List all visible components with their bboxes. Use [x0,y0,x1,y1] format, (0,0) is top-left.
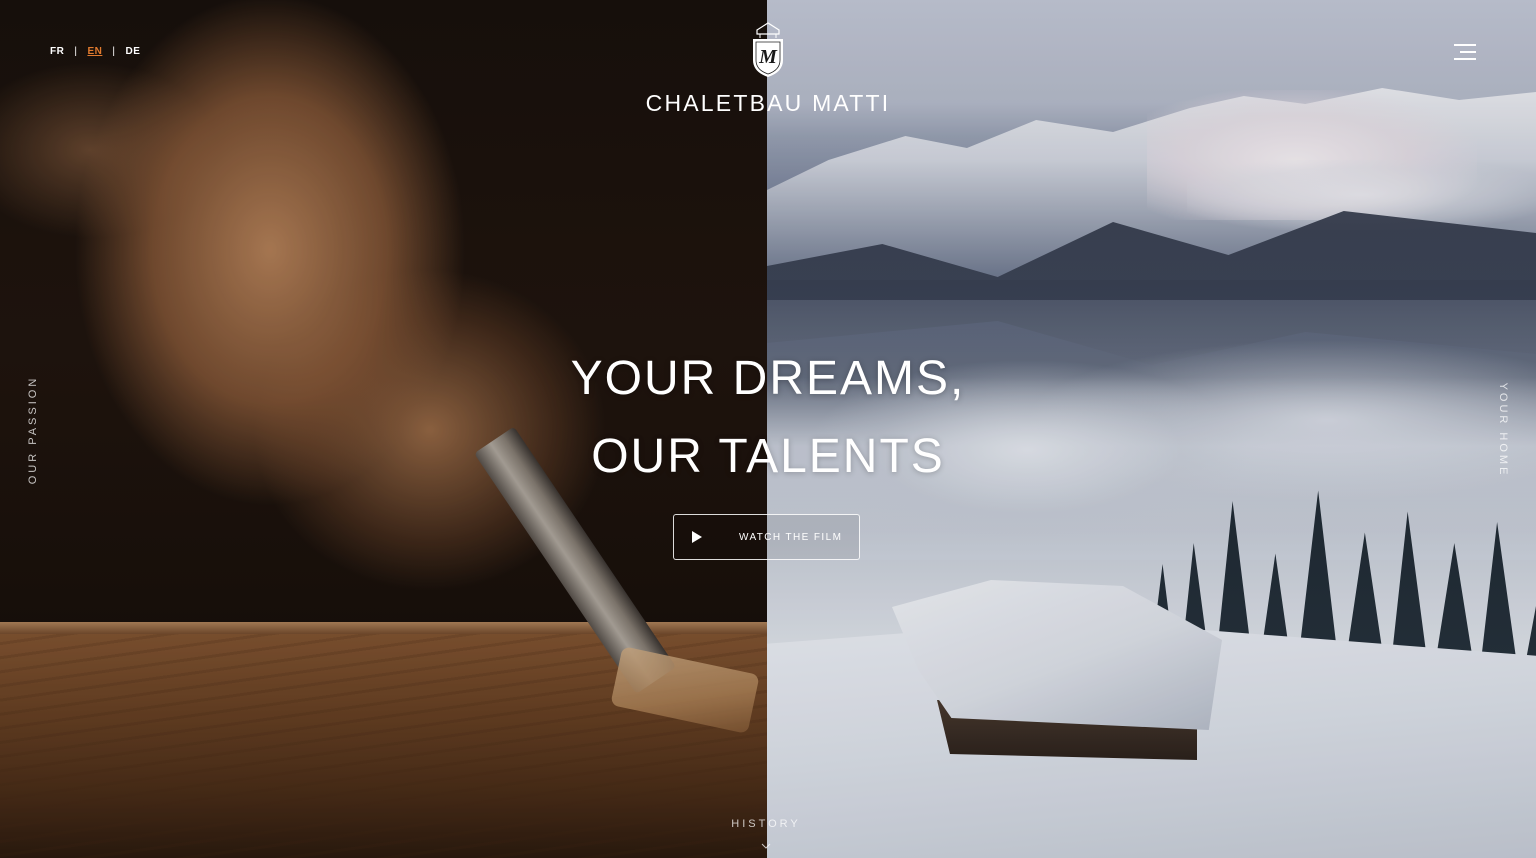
crest-letter: M [759,46,777,68]
chevron-down-icon[interactable] [761,838,771,849]
lang-fr-link[interactable]: FR [50,46,64,57]
crest-icon: M [751,20,785,78]
lang-separator: | [74,46,78,57]
watch-film-button[interactable]: WATCH THE FILM [673,514,860,560]
history-link[interactable]: HISTORY [706,818,826,830]
language-switcher: FR | EN | DE [50,46,140,57]
your-home-label[interactable]: YOUR HOME [1497,383,1509,478]
headline-line-2: OUR TALENTS [591,430,945,483]
lang-de-link[interactable]: DE [125,46,140,57]
lang-separator: | [112,46,116,57]
brand-name: CHALETBAU MATTI [645,90,891,116]
play-icon [692,531,702,543]
hero-headline: YOUR DREAMS, OUR TALENTS [368,340,1168,496]
hamburger-menu-icon[interactable] [1452,42,1476,62]
watch-film-label: WATCH THE FILM [739,531,843,543]
lang-en-link[interactable]: EN [87,46,102,57]
brand-logo[interactable]: M CHALETBAU MATTI [618,20,918,117]
our-passion-label[interactable]: OUR PASSION [27,376,39,485]
headline-line-1: YOUR DREAMS, [570,352,966,405]
